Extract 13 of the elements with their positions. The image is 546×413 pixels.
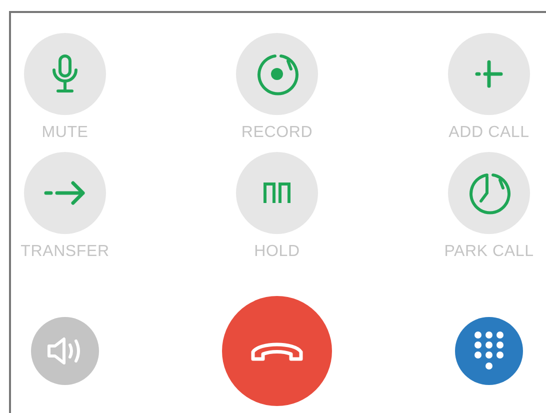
plus-icon [474,59,504,89]
action-label: TRANSFER [20,243,110,261]
hold-icon [262,181,292,205]
microphone-icon [51,54,79,94]
timer-icon [467,171,511,215]
arrow-icon [43,180,87,206]
action-label: PARK CALL [444,243,534,261]
action-label: ADD CALL [448,124,530,142]
action-label: MUTE [42,124,88,142]
record-icon [255,52,299,96]
keypad-icon [474,331,504,371]
action-label: HOLD [254,243,300,261]
action-label: RECORD [241,124,313,142]
